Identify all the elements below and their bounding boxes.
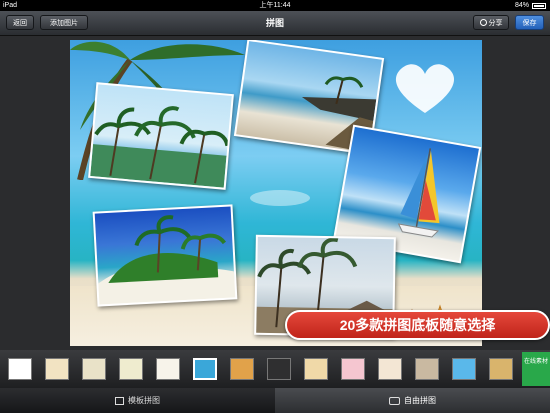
background-thumbnail-beach[interactable] [193, 358, 217, 380]
background-thumbnail-starfish[interactable] [378, 358, 402, 380]
promo-banner: 20多款拼图底板随意选择 [285, 310, 550, 340]
heart-cloud [395, 64, 455, 113]
background-thumbnail-stone[interactable] [415, 358, 439, 380]
navigation-bar: 返回 添加图片 拼图 分享 保存 [0, 11, 550, 36]
tab-template-label: 模板拼图 [128, 396, 160, 405]
collage-photo[interactable] [92, 204, 238, 307]
background-thumbnail-bar: 在线素材 [0, 350, 550, 388]
share-icon [479, 19, 487, 26]
online-materials-badge[interactable]: 在线素材 [522, 352, 550, 386]
share-button[interactable]: 分享 [473, 15, 509, 30]
battery-percent: 84% [514, 2, 529, 9]
template-icon [115, 396, 124, 405]
collage-workspace [0, 36, 550, 350]
free-collage-icon [389, 396, 400, 405]
tab-free-label: 自由拼图 [404, 396, 436, 405]
background-thumbnail-white[interactable] [8, 358, 32, 380]
status-bar: iPad 上午11:44 84% [0, 0, 550, 11]
collage-photo[interactable] [88, 82, 234, 190]
bottom-tab-bar: 模板拼图 自由拼图 [0, 388, 550, 413]
background-thumbnail-stripes[interactable] [230, 358, 254, 380]
page-title: 拼图 [265, 18, 284, 28]
background-thumbnail-cream[interactable] [45, 358, 69, 380]
tab-free-collage[interactable]: 自由拼图 [275, 388, 550, 413]
cloud [250, 190, 310, 206]
share-label: 分享 [488, 20, 503, 27]
background-thumbnail-pink[interactable] [341, 358, 365, 380]
background-thumbnail-gold[interactable] [489, 358, 513, 380]
background-thumbnail-pale-yellow[interactable] [119, 358, 143, 380]
background-thumbnail-beige[interactable] [82, 358, 106, 380]
background-thumbnail-paper[interactable] [156, 358, 180, 380]
background-thumbnail-dark[interactable] [267, 358, 291, 380]
save-button[interactable]: 保存 [515, 15, 544, 30]
collage-canvas[interactable] [70, 40, 482, 346]
clock: 上午11:44 [259, 2, 291, 9]
battery-icon [532, 2, 546, 9]
background-thumbnail-sand[interactable] [304, 358, 328, 380]
tab-template-collage[interactable]: 模板拼图 [0, 388, 275, 413]
background-thumbnail-sky[interactable] [452, 358, 476, 380]
